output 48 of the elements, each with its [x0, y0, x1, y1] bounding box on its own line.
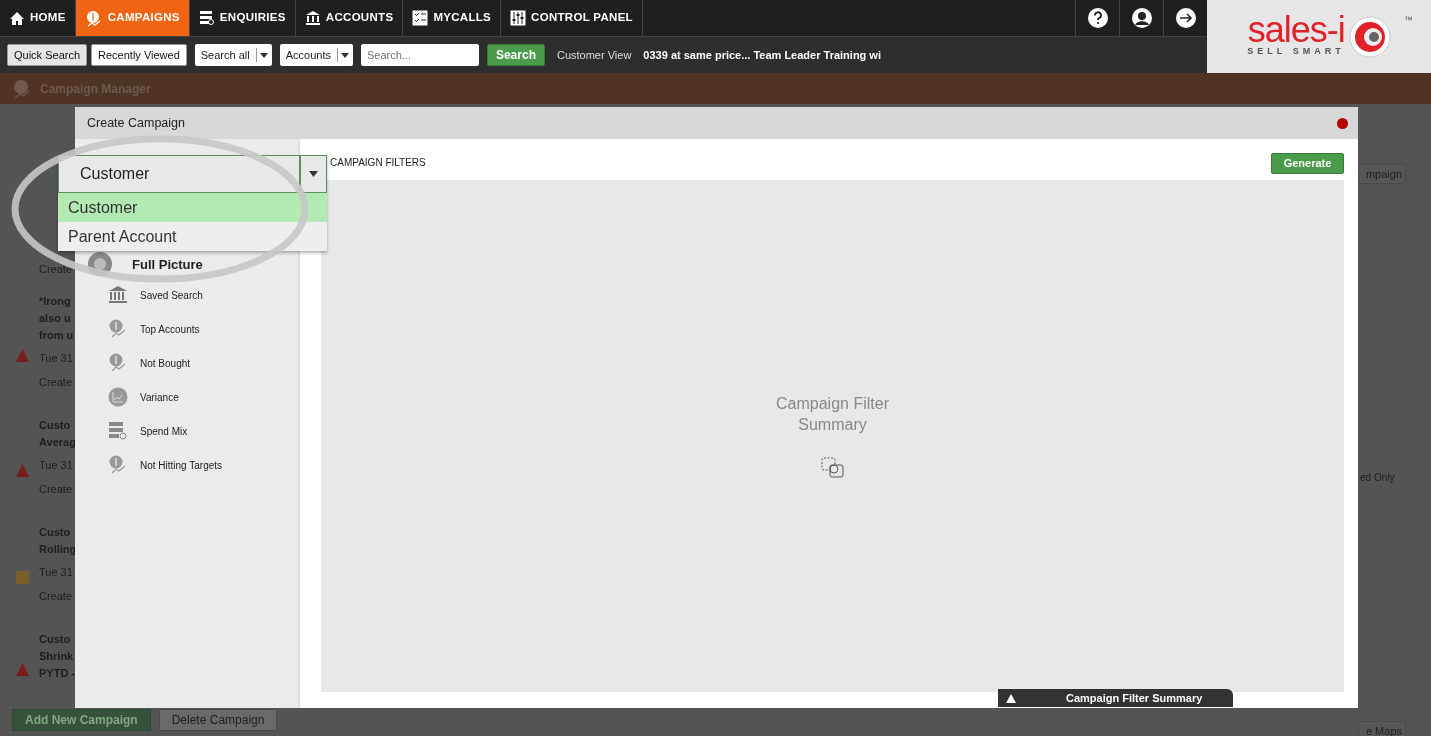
dollar-chart-icon [108, 455, 128, 475]
recent-items-link[interactable]: 0339 at same price... Team Leader Training wi [643, 46, 881, 64]
close-button[interactable] [1337, 117, 1348, 129]
search-field[interactable]: Search... [360, 44, 479, 66]
search-mode-tab[interactable]: Recently Viewed [91, 44, 187, 66]
nav-tab[interactable]: CONTROL PANEL [501, 0, 643, 36]
copy-icon [820, 457, 845, 479]
dropdown-option[interactable]: Customer [58, 193, 327, 222]
filter-item[interactable]: Not Hitting Targets [75, 448, 298, 482]
logo-name: sales-i [1247, 14, 1345, 45]
dropdown-select[interactable]: Accounts [279, 44, 353, 66]
dollar-chart-icon [108, 319, 128, 339]
dollar-chart-icon [108, 353, 128, 373]
filter-item[interactable]: Top Accounts [75, 312, 298, 346]
nav-tab[interactable]: MYCALLS [403, 0, 502, 36]
dropdown-select[interactable]: Search all [194, 44, 272, 66]
sliders-icon [510, 10, 527, 26]
filter-item[interactable]: Saved Search [75, 278, 298, 312]
filter-item[interactable]: Spend Mix [75, 414, 298, 448]
filter-item[interactable]: Variance [75, 380, 298, 414]
logo-tagline: SELL SMART [1247, 44, 1345, 58]
nav-tab[interactable]: HOME [0, 0, 76, 36]
bank-icon [108, 285, 128, 305]
help-icon [1086, 7, 1109, 29]
checklist-icon [412, 10, 429, 26]
caret-icon [260, 52, 269, 58]
nav-tab[interactable]: ENQUIRIES [189, 0, 296, 36]
empty-state-text: Campaign Filter Summary [775, 394, 890, 435]
home-icon [9, 10, 25, 26]
filter-item[interactable]: Not Bought [75, 346, 298, 380]
filter-item[interactable]: Full Picture [75, 252, 298, 278]
dialog-title: Create Campaign [87, 114, 185, 132]
summary-tab[interactable]: Campaign Filter Summary [998, 689, 1233, 707]
caret-icon [309, 171, 318, 177]
bank-icon [304, 10, 321, 26]
dropdown-option[interactable]: Parent Account [58, 222, 327, 251]
section-title: CAMPAIGN FILTERS [330, 156, 426, 170]
trademark-mark: ™ [1404, 14, 1413, 27]
user-icon [1130, 7, 1153, 29]
caret-icon [341, 52, 350, 58]
list-search-icon [198, 10, 215, 26]
type-select[interactable]: Customer [58, 155, 327, 193]
list-search-icon [108, 421, 128, 441]
search-mode-tab[interactable]: Quick Search [7, 44, 88, 66]
chart-icon [108, 387, 128, 407]
customer-view-label: Customer View [556, 47, 632, 63]
nav-tab[interactable]: ACCOUNTS [295, 0, 404, 36]
logo-ring-icon [1348, 15, 1391, 58]
